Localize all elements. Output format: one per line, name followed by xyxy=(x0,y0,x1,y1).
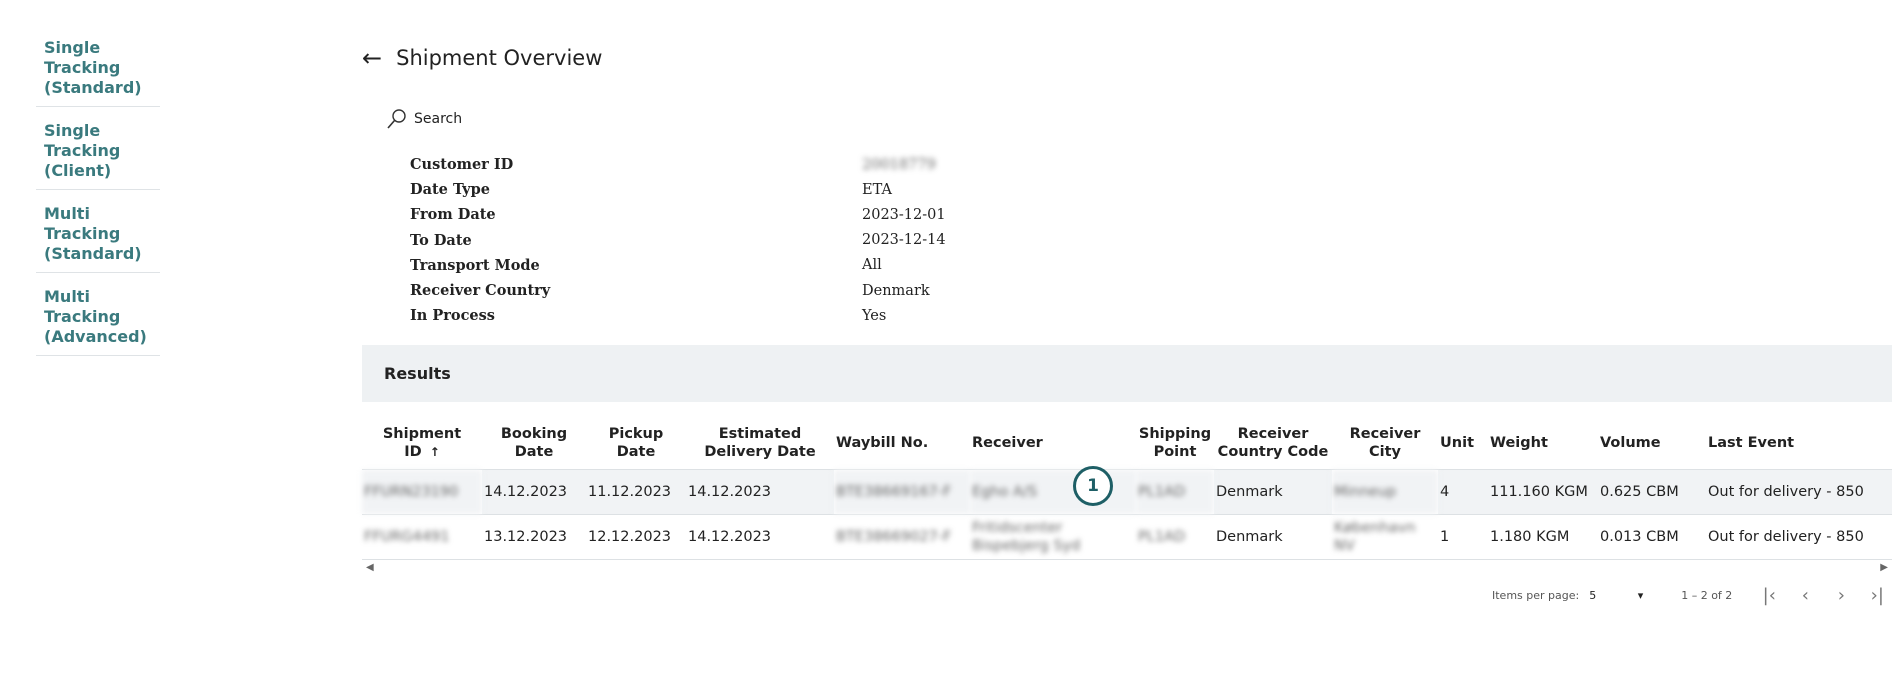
cell-receiver-city: København NV xyxy=(1332,514,1438,560)
search-label: Search xyxy=(414,111,463,127)
column-header-receiver[interactable]: Receiver xyxy=(970,417,1136,470)
cell-weight: 1.180 KGM xyxy=(1488,514,1598,560)
pagination: Items per page: 5 ▾ 1 – 2 of 2 |‹ ‹ › ›| xyxy=(1492,585,1886,606)
filter-label: From Date xyxy=(410,206,496,224)
column-header-weight[interactable]: Weight xyxy=(1488,417,1598,470)
pagination-range: 1 – 2 of 2 xyxy=(1681,589,1733,602)
table-row[interactable]: FFURN23190 14.12.2023 11.12.2023 14.12.2… xyxy=(362,469,1892,515)
column-header-estimated-delivery-date[interactable]: Estimated Delivery Date xyxy=(686,417,834,470)
column-header-receiver-city[interactable]: Receiver City xyxy=(1332,417,1438,470)
filter-value: Denmark xyxy=(862,282,930,299)
search-icon xyxy=(387,109,406,129)
sidebar-item-single-tracking-standard[interactable]: Single Tracking (Standard) xyxy=(36,34,160,107)
column-header-pickup-date[interactable]: Pickup Date xyxy=(586,417,686,470)
cell-unit: 4 xyxy=(1438,469,1488,515)
filter-label: Date Type xyxy=(410,181,490,199)
cell-pickup-date: 11.12.2023 xyxy=(586,469,686,515)
cell-volume: 0.013 CBM xyxy=(1598,514,1706,560)
filter-value: 2023-12-14 xyxy=(862,232,946,249)
results-title: Results xyxy=(384,364,451,383)
filter-row: In Process Yes xyxy=(410,303,946,328)
filter-row: Transport Mode All xyxy=(410,253,946,278)
cell-shipping-point: PL1AD xyxy=(1136,514,1214,560)
column-header-shipping-point[interactable]: Shipping Point xyxy=(1136,417,1214,470)
horizontal-scrollbar[interactable]: ◀ ▶ xyxy=(362,560,1892,574)
cell-booking-date: 13.12.2023 xyxy=(482,514,586,560)
cell-last-event: Out for delivery - 850 xyxy=(1706,469,1892,515)
filter-row: From Date 2023-12-01 xyxy=(410,202,946,227)
items-per-page-value: 5 xyxy=(1589,589,1597,602)
filter-label: In Process xyxy=(410,307,495,325)
cell-weight: 111.160 KGM xyxy=(1488,469,1598,515)
column-header-label: Shipment ID xyxy=(382,426,462,460)
column-header-unit[interactable]: Unit xyxy=(1438,417,1488,470)
filter-summary: Customer ID 20018779 Date Type ETA From … xyxy=(410,152,946,328)
results-table: Shipment ID ↑ Booking Date Pickup Date Es… xyxy=(362,417,1892,574)
filter-value: 20018779 xyxy=(862,156,936,173)
cell-waybill-no: BTE38669027-F xyxy=(834,514,970,560)
cell-pickup-date: 12.12.2023 xyxy=(586,514,686,560)
cell-unit: 1 xyxy=(1438,514,1488,560)
filter-row: Customer ID 20018779 xyxy=(410,152,946,177)
cell-volume: 0.625 CBM xyxy=(1598,469,1706,515)
first-page-icon[interactable]: |‹ xyxy=(1760,585,1778,606)
search-button[interactable]: Search xyxy=(386,108,462,130)
results-header: Results xyxy=(362,345,1892,402)
column-header-waybill-no[interactable]: Waybill No. xyxy=(834,417,970,470)
filter-row: Receiver Country Denmark xyxy=(410,278,946,303)
pagination-nav: |‹ ‹ › ›| xyxy=(1760,585,1886,606)
cell-receiver-city: Minneup xyxy=(1332,469,1438,515)
filter-value: ETA xyxy=(862,181,892,198)
cell-receiver-country-code: Denmark xyxy=(1214,514,1332,560)
cell-shipping-point: PL1AD xyxy=(1136,469,1214,515)
items-per-page-select[interactable]: 5 ▾ xyxy=(1589,589,1643,602)
annotation-badge: 1 xyxy=(1073,466,1113,506)
filter-label: Receiver Country xyxy=(410,282,551,300)
arrow-up-icon: ↑ xyxy=(429,445,440,459)
arrow-left-icon[interactable]: ← xyxy=(362,46,382,70)
scroll-left-icon[interactable]: ◀ xyxy=(366,562,374,573)
column-header-receiver-country-code[interactable]: Receiver Country Code xyxy=(1214,417,1332,470)
cell-receiver-country-code: Denmark xyxy=(1214,469,1332,515)
column-header-volume[interactable]: Volume xyxy=(1598,417,1706,470)
cell-estimated-delivery-date: 14.12.2023 xyxy=(686,469,834,515)
cell-receiver: Fritidscenter Bispebjerg Syd xyxy=(970,514,1136,560)
column-header-shipment-id[interactable]: Shipment ID ↑ xyxy=(362,417,482,470)
sidebar-nav: Single Tracking (Standard) Single Tracki… xyxy=(36,34,160,356)
cell-shipment-id: FFURG4491 xyxy=(362,514,482,560)
cell-waybill-no: BTE38669167-F xyxy=(834,469,970,515)
filter-row: To Date 2023-12-14 xyxy=(410,228,946,253)
scroll-right-icon[interactable]: ▶ xyxy=(1880,562,1888,573)
filter-value: All xyxy=(862,257,882,274)
filter-label: Customer ID xyxy=(410,156,514,174)
cell-booking-date: 14.12.2023 xyxy=(482,469,586,515)
cell-shipment-id: FFURN23190 xyxy=(362,469,482,515)
last-page-icon[interactable]: ›| xyxy=(1868,585,1886,606)
filter-label: Transport Mode xyxy=(410,256,540,274)
table-row[interactable]: FFURG4491 13.12.2023 12.12.2023 14.12.20… xyxy=(362,514,1892,560)
previous-page-icon[interactable]: ‹ xyxy=(1796,585,1814,606)
cell-estimated-delivery-date: 14.12.2023 xyxy=(686,514,834,560)
sidebar-item-multi-tracking-standard[interactable]: Multi Tracking (Standard) xyxy=(36,190,160,273)
cell-last-event: Out for delivery - 850 xyxy=(1706,514,1892,560)
sidebar-item-multi-tracking-advanced[interactable]: Multi Tracking (Advanced) xyxy=(36,273,160,356)
table-header-row: Shipment ID ↑ Booking Date Pickup Date Es… xyxy=(362,417,1892,470)
items-per-page-label: Items per page: xyxy=(1492,589,1580,602)
filter-row: Date Type ETA xyxy=(410,177,946,202)
filter-label: To Date xyxy=(410,231,472,249)
page-header: ← Shipment Overview xyxy=(362,46,602,70)
chevron-down-icon: ▾ xyxy=(1637,589,1644,602)
sidebar-item-single-tracking-client[interactable]: Single Tracking (Client) xyxy=(36,107,160,190)
filter-value: Yes xyxy=(862,307,887,324)
filter-value: 2023-12-01 xyxy=(862,206,946,223)
page-title: Shipment Overview xyxy=(396,46,603,70)
next-page-icon[interactable]: › xyxy=(1832,585,1850,606)
column-header-last-event[interactable]: Last Event xyxy=(1706,417,1892,470)
column-header-booking-date[interactable]: Booking Date xyxy=(482,417,586,470)
